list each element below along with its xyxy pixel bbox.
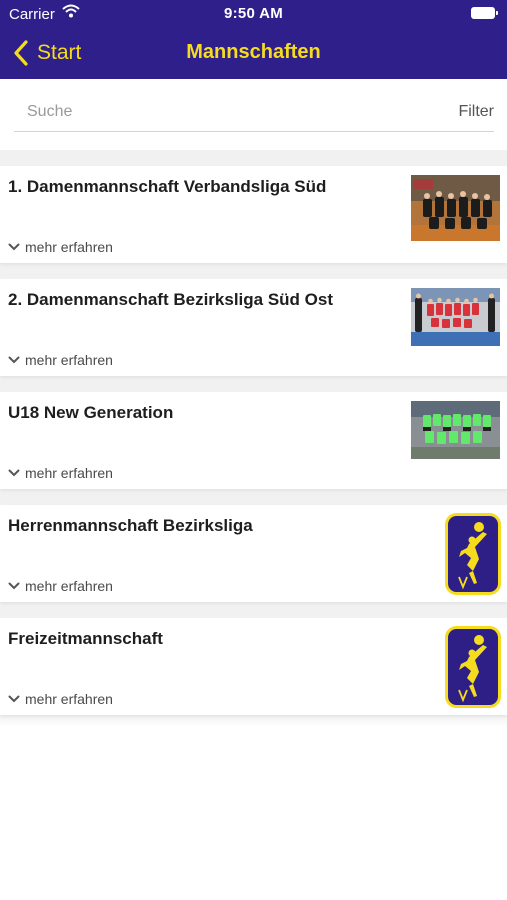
chevron-down-icon xyxy=(8,582,20,590)
divider xyxy=(0,489,507,505)
page-title: Mannschaften xyxy=(186,41,321,63)
team-card[interactable]: 1. Damenmannschaft Verbandsliga Süd mehr… xyxy=(0,166,507,263)
team-list: 1. Damenmannschaft Verbandsliga Süd mehr… xyxy=(0,150,507,727)
team-title: 2. Damenmanschaft Bezirksliga Süd Ost xyxy=(8,290,333,309)
filter-button[interactable]: Filter xyxy=(458,103,494,121)
more-link[interactable]: mehr erfahren xyxy=(8,352,113,368)
chevron-down-icon xyxy=(8,243,20,251)
team-card[interactable]: U18 New Generation mehr erfahren xyxy=(0,392,507,489)
more-link[interactable]: mehr erfahren xyxy=(8,578,113,594)
team-card[interactable]: Herrenmannschaft Bezirksliga mehr erfahr… xyxy=(0,505,507,602)
search-input[interactable] xyxy=(14,94,414,130)
team-title: 1. Damenmannschaft Verbandsliga Süd xyxy=(8,177,327,196)
more-link-label: mehr erfahren xyxy=(25,352,113,368)
more-link-label: mehr erfahren xyxy=(25,239,113,255)
status-time: 9:50 AM xyxy=(223,5,284,22)
status-bar: Carrier 9:50 AM xyxy=(0,0,507,28)
more-link[interactable]: mehr erfahren xyxy=(8,691,113,707)
divider xyxy=(0,376,507,392)
more-link-label: mehr erfahren xyxy=(25,465,113,481)
chevron-down-icon xyxy=(8,695,20,703)
more-link-label: mehr erfahren xyxy=(25,691,113,707)
divider xyxy=(0,150,507,166)
header: Carrier 9:50 AM Start Mannschaften xyxy=(0,0,507,79)
battery-icon xyxy=(471,7,498,19)
more-link-label: mehr erfahren xyxy=(25,578,113,594)
team-title: Freizeitmannschaft xyxy=(8,629,163,648)
chevron-down-icon xyxy=(8,356,20,364)
divider xyxy=(0,263,507,279)
divider xyxy=(0,602,507,618)
nav-bar: Start Mannschaften xyxy=(0,28,507,79)
team-card[interactable]: 2. Damenmanschaft Bezirksliga Süd Ost me… xyxy=(0,279,507,376)
team-title: U18 New Generation xyxy=(8,403,174,422)
more-link[interactable]: mehr erfahren xyxy=(8,465,113,481)
team-title: Herrenmannschaft Bezirksliga xyxy=(8,516,253,535)
more-link[interactable]: mehr erfahren xyxy=(8,239,113,255)
search-bar: Filter xyxy=(14,94,494,132)
club-logo xyxy=(445,513,501,595)
team-photo xyxy=(411,401,500,459)
divider xyxy=(0,715,507,727)
team-photo xyxy=(411,175,500,241)
club-logo xyxy=(445,626,501,708)
chevron-down-icon xyxy=(8,469,20,477)
team-card[interactable]: Freizeitmannschaft mehr erfahren xyxy=(0,618,507,715)
team-photo xyxy=(411,288,500,346)
